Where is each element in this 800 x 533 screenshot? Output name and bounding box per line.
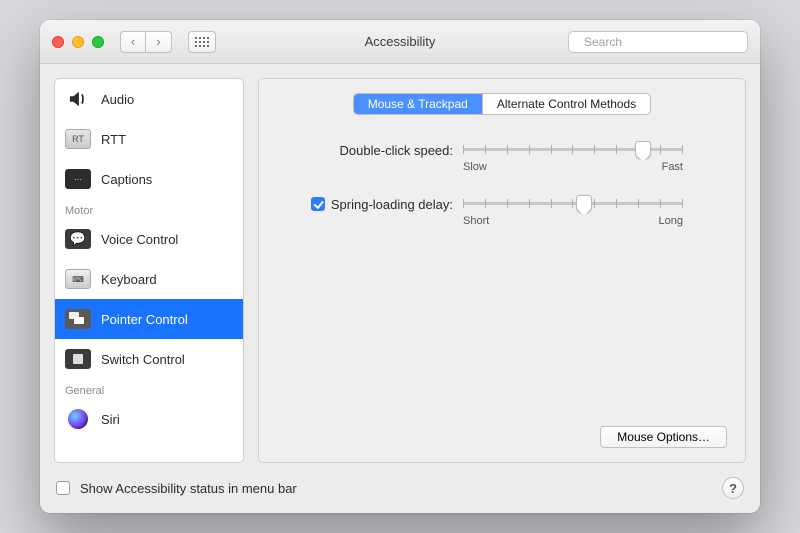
slider-thumb[interactable] [635,141,651,159]
speaker-icon [65,89,91,109]
sidebar-item-label: Pointer Control [101,312,188,327]
footer: Show Accessibility status in menu bar ? [40,469,760,513]
chevron-right-icon: › [156,34,160,49]
sidebar-item-captions[interactable]: ⋯ Captions [55,159,243,199]
spring-loading-label: Spring-loading delay: [331,197,453,212]
double-click-speed-label: Double-click speed: [340,143,453,158]
search-input[interactable] [584,35,739,49]
row-spring-loading-delay: Spring-loading delay: Short Long [273,195,731,227]
sidebar-item-label: RTT [101,132,126,147]
spring-loading-checkbox[interactable] [311,197,325,211]
sidebar-item-keyboard[interactable]: ⌨ Keyboard [55,259,243,299]
grid-icon [195,37,209,47]
help-button[interactable]: ? [722,477,744,499]
show-status-checkbox[interactable] [56,481,70,495]
sidebar-item-switch-control[interactable]: Switch Control [55,339,243,379]
switch-control-icon [65,349,91,369]
search-icon [577,36,578,48]
sidebar-item-siri[interactable]: Siri [55,399,243,439]
siri-icon [65,409,91,429]
chevron-left-icon: ‹ [131,34,135,49]
rtt-icon: RT [65,129,91,149]
voice-control-icon: 💬 [65,229,91,249]
show-status-label: Show Accessibility status in menu bar [80,481,297,496]
back-button[interactable]: ‹ [120,31,146,53]
pointer-control-icon [65,309,91,329]
accessibility-window: ‹ › Accessibility [40,20,760,513]
slider-max-label: Long [659,215,683,227]
sidebar-item-voice-control[interactable]: 💬 Voice Control [55,219,243,259]
slider-min-label: Short [463,215,489,227]
help-icon: ? [729,481,737,496]
spring-loading-slider[interactable]: Short Long [463,195,683,227]
sidebar-group-motor: Motor [55,199,243,219]
sidebar-item-label: Captions [101,172,152,187]
sidebar-group-general: General [55,379,243,399]
content-panel: Mouse & Trackpad Alternate Control Metho… [258,78,746,463]
keyboard-icon: ⌨ [65,269,91,289]
captions-icon: ⋯ [65,169,91,189]
sidebar-item-rtt[interactable]: RT RTT [55,119,243,159]
minimize-icon[interactable] [72,36,84,48]
sidebar-item-label: Switch Control [101,352,185,367]
zoom-icon[interactable] [92,36,104,48]
row-double-click-speed: Double-click speed: Slow Fast [273,141,731,173]
show-all-button[interactable] [188,31,216,53]
search-field[interactable] [568,31,748,53]
sidebar-item-label: Audio [101,92,134,107]
close-icon[interactable] [52,36,64,48]
window-body: Audio RT RTT ⋯ Captions Motor [40,64,760,513]
mouse-options-button[interactable]: Mouse Options… [600,426,727,448]
sidebar-item-label: Voice Control [101,232,178,247]
forward-button[interactable]: › [146,31,172,53]
slider-max-label: Fast [662,161,683,173]
traffic-lights [52,36,104,48]
slider-min-label: Slow [463,161,487,173]
nav-buttons: ‹ › [120,31,172,53]
double-click-speed-slider[interactable]: Slow Fast [463,141,683,173]
sidebar: Audio RT RTT ⋯ Captions Motor [54,78,244,463]
titlebar: ‹ › Accessibility [40,20,760,64]
sidebar-item-label: Siri [101,412,120,427]
tab-mouse-trackpad[interactable]: Mouse & Trackpad [354,94,482,114]
sidebar-item-label: Keyboard [101,272,157,287]
sidebar-item-audio[interactable]: Audio [55,79,243,119]
sidebar-item-pointer-control[interactable]: Pointer Control [55,299,243,339]
slider-thumb[interactable] [576,195,592,213]
tab-alternate-control[interactable]: Alternate Control Methods [482,94,650,114]
tab-bar: Mouse & Trackpad Alternate Control Metho… [353,93,651,115]
